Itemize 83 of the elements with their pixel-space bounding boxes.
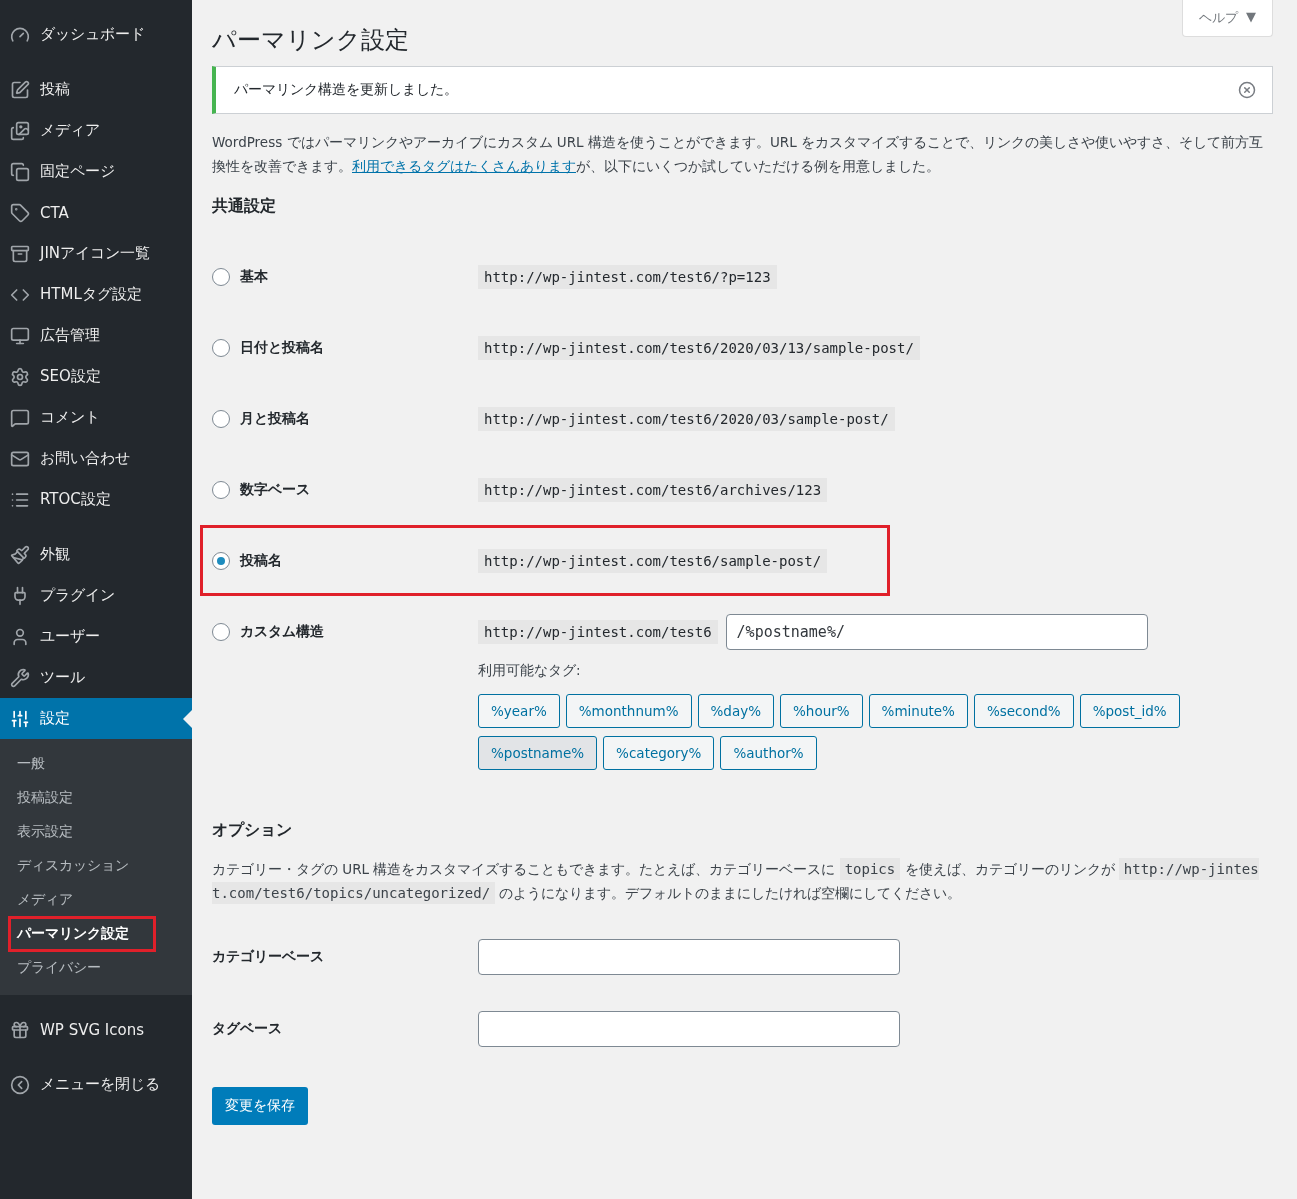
field-label: カテゴリーベース (212, 948, 325, 966)
tags-link[interactable]: 利用できるタグはたくさんあります (352, 158, 576, 174)
intro-paragraph: WordPress ではパーマリンクやアーカイブにカスタム URL 構造を使うことができます。URL をカスタマイズすることで、リンクの美しさや使いやすさ、そして前方互換性を改善できます。利用できるタグはたくさんありますが、以下にいくつか試していただける例を用意しました。 (212, 133, 1264, 176)
tags-label: 利用可能なタグ: (478, 662, 582, 680)
sliders-icon (10, 708, 30, 729)
tag-button[interactable]: %category% (603, 736, 715, 770)
gift-icon (10, 1019, 30, 1040)
help-tab[interactable]: ヘルプ ▼ (1182, 0, 1273, 37)
tag-button[interactable]: %author% (720, 736, 817, 770)
tag-button[interactable]: %minute% (868, 694, 968, 728)
section-heading: オプション (212, 820, 293, 841)
option-label: 数字ベース (240, 480, 310, 499)
sidebar-item[interactable]: お問い合わせ (0, 438, 192, 479)
dismiss-icon[interactable] (1238, 81, 1256, 99)
sidebar-item[interactable]: CTA (0, 192, 192, 233)
submenu-item[interactable]: メディア (8, 882, 82, 918)
sidebar-item[interactable]: プラグイン (0, 575, 192, 616)
pages-icon (10, 161, 30, 182)
tag-icon (10, 202, 30, 223)
sidebar-item[interactable]: ダッシュボード (0, 14, 192, 55)
sidebar-item[interactable]: 固定ページ (0, 151, 192, 192)
submenu-item[interactable]: 表示設定 (8, 814, 82, 850)
save-button[interactable]: 変更を保存 (212, 1087, 308, 1125)
paintbrush-icon (10, 544, 30, 565)
tag-button[interactable]: %post_id% (1079, 694, 1180, 728)
radio-button[interactable] (212, 480, 230, 499)
user-icon (10, 626, 30, 647)
sidebar-item[interactable]: ツール (0, 657, 192, 698)
sidebar-item[interactable]: 外観 (0, 534, 192, 575)
sidebar-item[interactable]: メディア (0, 110, 192, 151)
submenu-item[interactable]: パーマリンク設定 (8, 916, 156, 952)
pen-icon (10, 79, 30, 100)
archive-icon (10, 243, 30, 264)
sidebar-item[interactable]: 設定 (0, 698, 192, 739)
field-label: タグベース (212, 1020, 283, 1038)
tag-button[interactable]: %hour% (780, 694, 863, 728)
submenu-item[interactable]: プライバシー (8, 950, 110, 986)
radio-button[interactable] (212, 551, 230, 570)
submenu-item[interactable]: 投稿設定 (8, 780, 82, 816)
sidebar-item[interactable]: SEO設定 (0, 356, 192, 397)
radio-button[interactable] (212, 338, 230, 357)
notice-text: パーマリンク構造を更新しました。 (234, 81, 458, 99)
sidebar-item[interactable]: WP SVG Icons (0, 1009, 192, 1050)
tag-button[interactable]: %day% (697, 694, 774, 728)
monitor-icon (10, 325, 30, 346)
text-field[interactable] (478, 1011, 900, 1047)
images-icon (10, 120, 30, 141)
comment-icon (10, 407, 30, 428)
radio-button[interactable] (212, 267, 230, 286)
tag-button[interactable]: %year% (478, 694, 560, 728)
collapse-menu-button[interactable]: メニューを閉じる (0, 1064, 192, 1105)
url-example: http://wp-jintest.com/test6/2020/03/sample-post/ (478, 407, 895, 431)
settings-icon (10, 366, 30, 387)
page-title: パーマリンク設定 (212, 25, 409, 56)
custom-structure-field[interactable]: /%postname%/ (725, 614, 1148, 650)
tag-button[interactable]: %second% (973, 694, 1074, 728)
submenu-item[interactable]: 一般 (8, 746, 54, 782)
section-heading: 共通設定 (212, 196, 277, 217)
url-example: http://wp-jintest.com/test6/2020/03/13/sample-post/ (478, 336, 920, 360)
sidebar-item[interactable]: 広告管理 (0, 315, 192, 356)
option-label: 基本 (240, 267, 268, 286)
tag-button[interactable]: %postname% (478, 736, 598, 770)
sidebar-item[interactable]: ユーザー (0, 616, 192, 657)
url-example: http://wp-jintest.com/test6/archives/123 (478, 478, 828, 502)
wrench-icon (10, 667, 30, 688)
tag-button[interactable]: %monthnum% (565, 694, 692, 728)
submenu-item[interactable]: ディスカッション (8, 848, 138, 884)
sidebar-item[interactable]: RTOC設定 (0, 479, 192, 520)
option-label: 月と投稿名 (240, 409, 310, 428)
sidebar-item[interactable]: JINアイコン一覧 (0, 233, 192, 274)
radio-button[interactable] (212, 409, 230, 428)
url-example: http://wp-jintest.com/test6/sample-post/ (478, 549, 828, 573)
option-label: 投稿名 (240, 551, 282, 570)
url-prefix: http://wp-jintest.com/test6 (478, 620, 718, 644)
radio-button[interactable] (212, 623, 230, 641)
sidebar-item[interactable]: コメント (0, 397, 192, 438)
sidebar-item[interactable]: HTMLタグ設定 (0, 274, 192, 315)
sidebar-item[interactable]: 投稿 (0, 69, 192, 110)
url-example: http://wp-jintest.com/test6/?p=123 (478, 265, 777, 289)
option-label: カスタム構造 (240, 623, 324, 641)
text-field[interactable] (478, 939, 900, 975)
collapse-icon (10, 1074, 30, 1095)
option-label: 日付と投稿名 (240, 338, 324, 357)
